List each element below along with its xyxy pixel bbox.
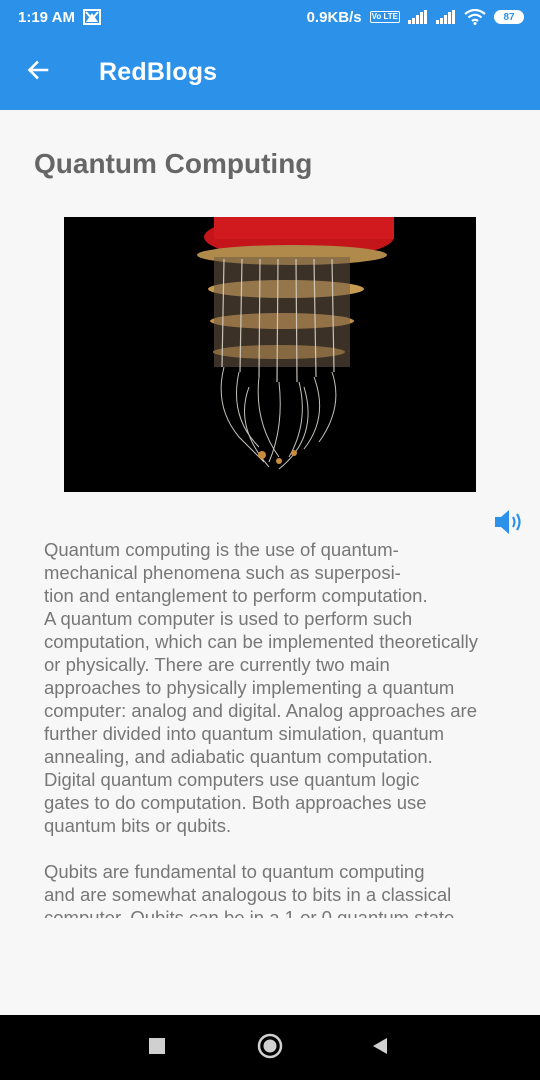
recents-button[interactable] — [142, 1033, 172, 1063]
wifi-icon — [464, 9, 486, 25]
nav-back-button[interactable] — [365, 1033, 395, 1063]
article-paragraph: Qubits are fundamental to quantum comput… — [44, 861, 460, 918]
speaker-icon — [493, 507, 525, 542]
article-content[interactable]: Quantum Computing Quantum computing is t… — [0, 110, 540, 1015]
signal-icon — [436, 10, 456, 24]
app-title: RedBlogs — [99, 57, 218, 86]
signal-icon — [408, 10, 428, 24]
network-speed: 0.9KB/s — [306, 8, 362, 26]
home-circle-icon — [257, 1033, 283, 1064]
back-button[interactable] — [18, 52, 58, 92]
system-nav-bar — [0, 1015, 540, 1080]
quantum-computer-image — [64, 217, 476, 492]
notification-icon — [82, 9, 101, 25]
status-time: 1:19 AM — [18, 8, 75, 26]
arrow-left-icon — [26, 58, 50, 87]
app-bar: RedBlogs — [0, 34, 540, 110]
volte-icon: Vo LTE — [369, 11, 400, 23]
article-body: Quantum computing is the use of quantum-… — [44, 538, 514, 918]
battery-icon: 87 — [494, 10, 524, 24]
speaker-button[interactable] — [492, 507, 526, 541]
status-bar: 1:19 AM 0.9KB/s Vo LTE 87 — [0, 0, 540, 34]
article-paragraph: Quantum computing is the use of quantum-… — [44, 539, 478, 836]
back-triangle-icon — [371, 1037, 389, 1060]
recents-square-icon — [148, 1037, 166, 1060]
home-button[interactable] — [255, 1033, 285, 1063]
article-title: Quantum Computing — [34, 148, 313, 179]
